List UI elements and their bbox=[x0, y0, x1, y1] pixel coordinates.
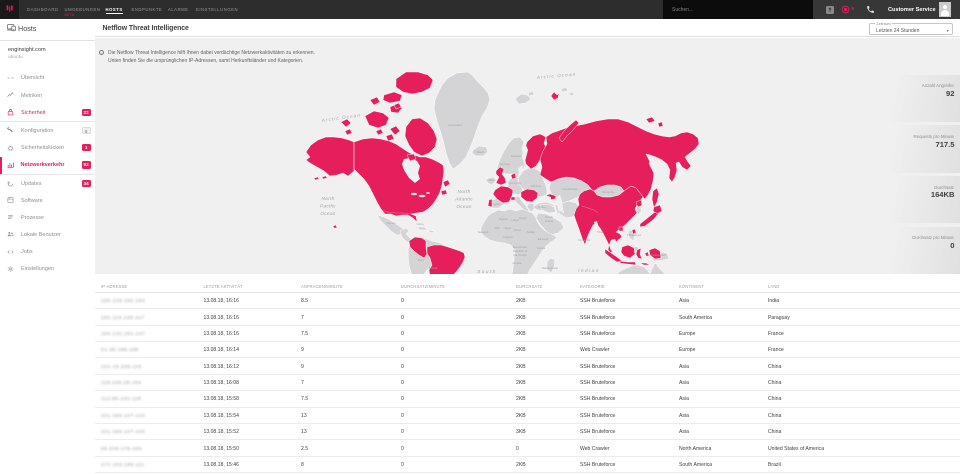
svg-text:Chad: Chad bbox=[514, 228, 521, 232]
svg-text:Niger: Niger bbox=[505, 226, 512, 230]
svg-text:Sweden: Sweden bbox=[511, 154, 522, 158]
svg-text:Thail: Thail bbox=[597, 230, 604, 234]
svg-text:Mexico: Mexico bbox=[386, 221, 396, 225]
svg-text:Ireland: Ireland bbox=[487, 178, 496, 182]
svg-text:Bolivia: Bolivia bbox=[429, 266, 438, 270]
svg-text:the Congo: the Congo bbox=[513, 253, 527, 257]
svg-text:Ethiopia: Ethiopia bbox=[538, 237, 549, 241]
svg-text:Cuba: Cuba bbox=[417, 222, 424, 226]
svg-text:North: North bbox=[322, 196, 335, 201]
svg-text:Island: Island bbox=[476, 150, 484, 154]
svg-text:Angola: Angola bbox=[512, 261, 521, 265]
svg-text:Pacific: Pacific bbox=[320, 203, 336, 208]
svg-text:Turkey: Turkey bbox=[538, 205, 547, 209]
svg-text:Arctic Ocean: Arctic Ocean bbox=[536, 71, 577, 80]
svg-text:Kenya: Kenya bbox=[537, 246, 546, 250]
svg-text:Guinea: Guinea bbox=[653, 257, 663, 261]
svg-text:Egypt: Egypt bbox=[519, 216, 527, 220]
svg-text:Madagascar: Madagascar bbox=[542, 266, 558, 270]
svg-text:Mali: Mali bbox=[494, 226, 500, 230]
svg-text:Sri Lanka: Sri Lanka bbox=[578, 238, 591, 242]
svg-text:Greenland: Greenland bbox=[448, 123, 462, 127]
svg-text:Kazakhstan: Kazakhstan bbox=[562, 187, 577, 191]
svg-text:Ocean: Ocean bbox=[320, 211, 335, 216]
svg-text:Ukraine: Ukraine bbox=[531, 184, 541, 188]
svg-text:Arabia: Arabia bbox=[545, 219, 554, 223]
svg-text:Indian: Indian bbox=[578, 268, 600, 273]
svg-text:Norway: Norway bbox=[500, 162, 510, 166]
svg-text:Germany: Germany bbox=[509, 181, 521, 185]
svg-text:Arctic Ocean: Arctic Ocean bbox=[320, 112, 361, 123]
svg-text:Philippines: Philippines bbox=[627, 233, 642, 237]
svg-text:Libya: Libya bbox=[512, 218, 519, 222]
svg-text:Nigeria: Nigeria bbox=[503, 235, 513, 239]
svg-text:South: South bbox=[477, 269, 497, 274]
svg-text:Sudan: Sudan bbox=[527, 230, 536, 234]
svg-text:Mongolia: Mongolia bbox=[602, 190, 614, 194]
svg-text:Algeria: Algeria bbox=[499, 217, 508, 221]
svg-text:Spain: Spain bbox=[493, 202, 501, 206]
svg-text:Peru: Peru bbox=[418, 258, 424, 262]
svg-text:Senegal: Senegal bbox=[478, 230, 489, 234]
svg-text:North: North bbox=[458, 189, 471, 194]
svg-text:Atlantic: Atlantic bbox=[454, 196, 473, 201]
svg-text:Ocean: Ocean bbox=[456, 204, 471, 209]
svg-text:Iran: Iran bbox=[558, 210, 563, 214]
